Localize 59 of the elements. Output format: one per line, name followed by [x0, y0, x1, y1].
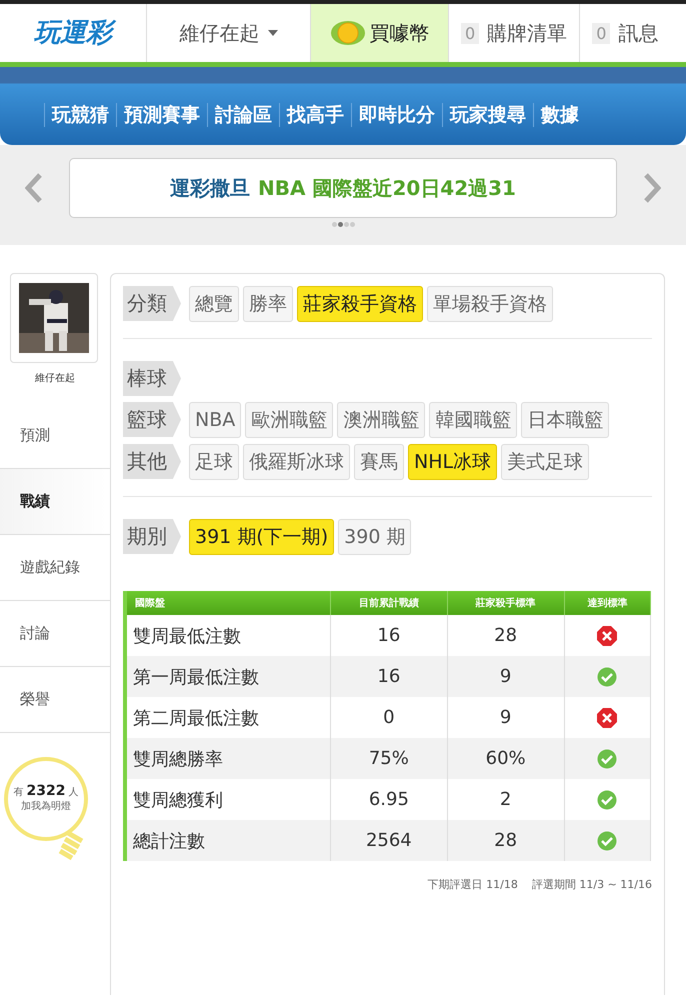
column-header: 莊家殺手標準 — [447, 591, 564, 615]
banner-author: 運彩撒旦 — [170, 174, 250, 202]
avatar-frame[interactable] — [10, 273, 98, 363]
table-cell: 雙周總勝率 — [125, 738, 330, 779]
column-header: 目前累計戰績 — [330, 591, 448, 615]
carousel-dot[interactable] — [338, 222, 342, 227]
next-selection-date: 下期評選日 11/18 — [428, 877, 518, 892]
filter-option[interactable]: NHL冰球 — [408, 444, 498, 480]
filter-option[interactable]: 澳洲職籃 — [337, 402, 426, 438]
buy-coins-button[interactable]: 買噱幣 — [311, 4, 449, 62]
table-cell: 第一周最低注數 — [125, 656, 330, 697]
nav-item[interactable]: 玩競猜 — [49, 102, 112, 128]
filter-option[interactable]: 勝率 — [243, 286, 293, 322]
nav-item[interactable]: 預測賽事 — [121, 102, 203, 128]
sidebar-item[interactable]: 戰績 — [0, 469, 110, 535]
table-cell: 28 — [447, 820, 564, 861]
filter-option[interactable]: 391 期(下一期) — [189, 519, 334, 555]
nav-item[interactable]: 即時比分 — [356, 102, 438, 128]
carousel-dot[interactable] — [350, 222, 354, 227]
nav-item[interactable]: 數據 — [538, 102, 582, 128]
table-cell: 60% — [447, 738, 564, 779]
filter-label: 籃球 — [123, 402, 181, 437]
filter-option[interactable]: 俄羅斯冰球 — [243, 444, 350, 480]
carousel-dot[interactable] — [344, 222, 348, 227]
filter-option[interactable]: NBA — [189, 402, 242, 438]
column-header: 國際盤 — [125, 591, 330, 615]
filter-label: 其他 — [123, 444, 181, 479]
coin-icon — [330, 19, 366, 47]
filter-option[interactable]: 390 期 — [338, 519, 412, 555]
filter-option[interactable]: 日本職籃 — [521, 402, 610, 438]
username: 維仔在起 — [34, 372, 76, 385]
column-header: 達到標準 — [564, 591, 650, 615]
table-cell: 16 — [330, 656, 448, 697]
filter-option[interactable]: 美式足球 — [501, 444, 590, 480]
carousel-dot[interactable] — [332, 222, 336, 227]
filter-option[interactable]: 賽馬 — [354, 444, 404, 480]
table-cell: 9 — [447, 656, 564, 697]
site-logo[interactable]: 玩運彩 — [28, 16, 118, 50]
filter-option[interactable]: 總覽 — [189, 286, 239, 322]
filter-option[interactable]: 莊家殺手資格 — [297, 286, 423, 322]
table-cell: 總計注數 — [125, 820, 330, 861]
banner-headline: NBA 國際盤近20日42過31 — [258, 174, 516, 202]
nav-item[interactable]: 玩家搜尋 — [447, 102, 529, 128]
table-cell: 2564 — [330, 820, 448, 861]
filter-label: 分類 — [123, 286, 181, 321]
filter-option[interactable]: 單場殺手資格 — [427, 286, 553, 322]
fan-count: 有 2322 人 — [13, 783, 79, 799]
filter-label: 期別 — [123, 519, 181, 554]
filter-label: 棒球 — [123, 361, 181, 396]
nav-item[interactable]: 找高手 — [284, 102, 347, 128]
fan-caption[interactable]: 加我為明燈 — [21, 799, 71, 813]
filter-option[interactable]: 足球 — [189, 444, 239, 480]
headline-banner[interactable]: 運彩撒旦 NBA 國際盤近20日42過31 — [69, 158, 617, 218]
selection-period: 評選期間 11/3 ~ 11/16 — [532, 877, 652, 892]
caret-icon — [268, 30, 278, 36]
table-cell: 75% — [330, 738, 448, 779]
nav-item[interactable]: 討論區 — [212, 102, 275, 128]
filter-option[interactable]: 韓國職籃 — [429, 402, 518, 438]
filter-option[interactable]: 歐洲職籃 — [245, 402, 334, 438]
